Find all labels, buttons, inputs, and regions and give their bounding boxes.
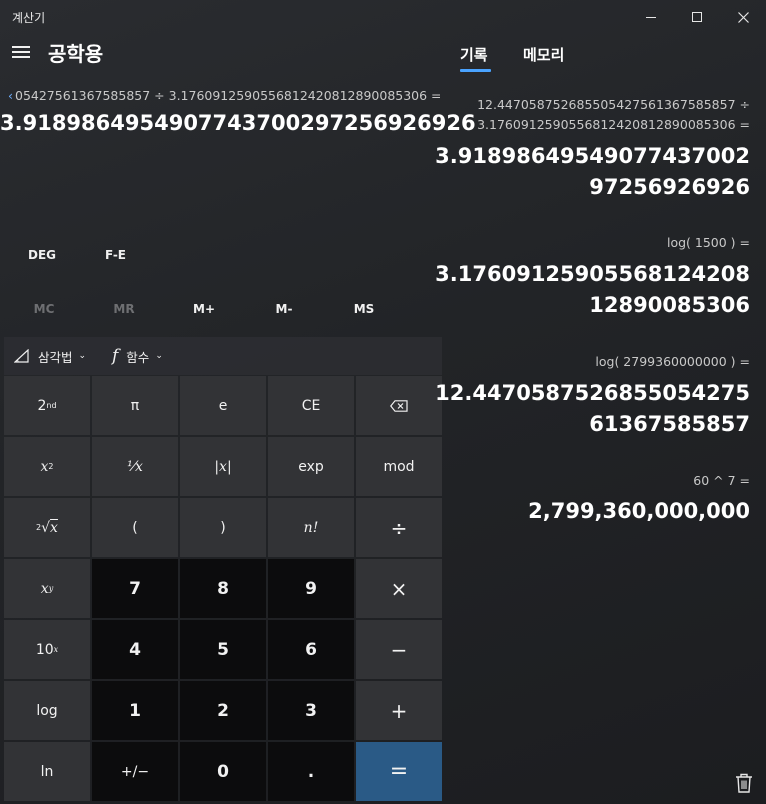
log-button[interactable]: log [4,681,90,740]
chevron-down-icon: ⌄ [155,351,163,361]
multiply-button[interactable]: × [356,559,442,618]
maximize-button[interactable] [674,0,720,34]
expression-text: 05427561367585857 ÷ 3.176091259055681242… [15,88,440,103]
history-result: 61367585857 [589,412,750,436]
maximize-icon [692,12,702,22]
history-expression: log( 1500 ) = [666,235,750,250]
memory-store-button[interactable]: MS [324,302,404,316]
function-icon: f [112,346,119,366]
factorial-button[interactable]: n! [268,498,354,557]
absolute-button[interactable]: |x| [180,437,266,496]
digit-8-button[interactable]: 8 [180,559,266,618]
app-title: 계산기 [12,11,46,25]
calculator-window: 계산기 공학용 ‹ 05427561367585857 ÷ 3.176091259… [0,0,766,804]
left-paren-button[interactable]: ( [92,498,178,557]
memory-add-button[interactable]: M+ [164,302,244,316]
minimize-button[interactable] [628,0,674,34]
mod-button[interactable]: mod [356,437,442,496]
history-expression: 60 ^ 7 = [693,473,750,488]
expression-display: ‹ 05427561367585857 ÷ 3.17609125905568124… [8,88,440,103]
euler-button[interactable]: e [180,376,266,435]
history-expression: 3.1760912590556812420812890085306 = [477,117,750,132]
close-button[interactable] [720,0,766,34]
digit-4-button[interactable]: 4 [92,620,178,679]
trig-icon [14,349,29,363]
hamburger-icon[interactable] [12,44,30,60]
title-bar: 계산기 [0,0,766,34]
digit-2-button[interactable]: 2 [180,681,266,740]
exp-button[interactable]: exp [268,437,354,496]
history-result: 3.17609125905568124208 [435,262,750,286]
result-display: 3.9189864954907743700297256926926 [0,111,476,135]
memory-clear-button[interactable]: MC [4,302,84,316]
backspace-button[interactable] [356,376,442,435]
minimize-icon [646,16,656,18]
ln-button[interactable]: ln [4,742,90,801]
memory-subtract-button[interactable]: M- [244,302,324,316]
chevron-down-icon: ⌄ [78,351,87,361]
trig-label: 삼각법 [38,349,73,365]
history-result: 3.91898649549077437002 [435,144,750,168]
function-row: 삼각법 ⌄ f 함수 ⌄ [4,337,442,375]
negate-button[interactable]: +/− [92,742,178,801]
backspace-icon [390,399,408,412]
trig-dropdown[interactable]: 삼각법 ⌄ [14,337,86,375]
keypad: 2nd π e CE x2 ⅟x |x| exp mod 2 √ x ( ) n! … [4,376,442,801]
second-button[interactable]: 2nd [4,376,90,435]
history-expression: 12.447058752685505427561367585857 ÷ [477,97,750,112]
digit-9-button[interactable]: 9 [268,559,354,618]
tab-memory[interactable]: 메모리 [523,44,564,65]
right-paren-button[interactable]: ) [180,498,266,557]
decimal-button[interactable]: . [268,742,354,801]
function-label: 함수 [126,349,150,365]
history-result: 97256926926 [589,175,750,199]
history-expression: log( 2799360000000 ) = [595,354,750,369]
digit-6-button[interactable]: 6 [268,620,354,679]
plus-button[interactable]: + [356,681,442,740]
history-result: 2,799,360,000,000 [528,499,750,523]
tab-history[interactable]: 기록 [460,44,488,65]
close-icon [737,11,749,23]
square-root-button[interactable]: 2 √ x [4,498,90,557]
history-result: 12890085306 [589,293,750,317]
memory-recall-button[interactable]: MR [84,302,164,316]
power-button[interactable]: xy [4,559,90,618]
pi-button[interactable]: π [92,376,178,435]
square-button[interactable]: x2 [4,437,90,496]
digit-5-button[interactable]: 5 [180,620,266,679]
function-dropdown[interactable]: f 함수 ⌄ [112,337,163,375]
digit-3-button[interactable]: 3 [268,681,354,740]
digit-0-button[interactable]: 0 [180,742,266,801]
history-result: 12.4470587526855054275 [435,381,750,405]
divide-button[interactable]: ÷ [356,498,442,557]
angle-unit-button[interactable]: DEG [28,248,56,262]
reciprocal-button[interactable]: ⅟x [92,437,178,496]
fe-toggle-button[interactable]: F-E [105,248,126,262]
back-chevron-icon[interactable]: ‹ [8,88,13,103]
clear-history-button[interactable] [734,772,756,796]
equals-button[interactable]: = [356,742,442,801]
trash-icon [736,773,752,793]
digit-1-button[interactable]: 1 [92,681,178,740]
digit-7-button[interactable]: 7 [92,559,178,618]
ten-power-button[interactable]: 10 x [4,620,90,679]
clear-entry-button[interactable]: CE [268,376,354,435]
minus-button[interactable]: − [356,620,442,679]
active-tab-indicator [460,69,491,72]
calculator-mode-title: 공학용 [48,42,104,66]
